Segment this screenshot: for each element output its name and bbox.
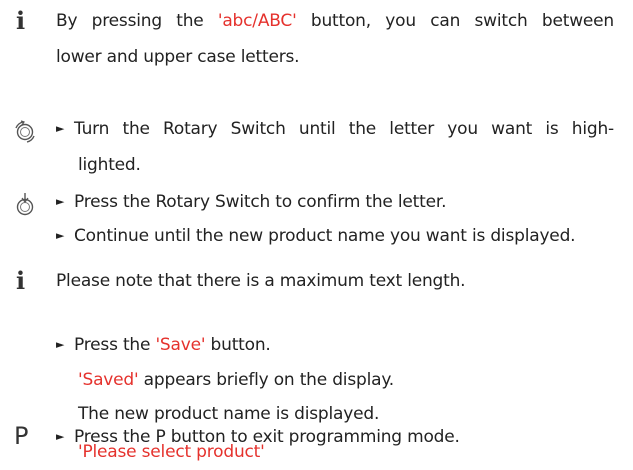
step-turn-line-2: lighted. xyxy=(78,155,141,175)
rotary-press-icon xyxy=(12,192,38,223)
bullet-arrow-icon: ► xyxy=(56,122,65,135)
result-saved-text: 'Saved' appears briefly on the display. xyxy=(78,370,394,390)
step-turn-line-1: ► Turn the Rotary Switch until the letter… xyxy=(56,111,614,147)
info-note-text: By pressing the 'abc/ABC' button, you ca… xyxy=(56,3,614,75)
step-press-text: ► Press the Rotary Switch to confirm the … xyxy=(56,184,447,220)
saved-display-message: 'Saved' xyxy=(78,370,139,390)
bullet-arrow-icon: ► xyxy=(56,195,65,208)
rotary-turn-icon xyxy=(12,119,38,150)
step-turn-text: ► Turn the Rotary Switch until the letter… xyxy=(56,111,614,183)
bullet-arrow-icon: ► xyxy=(56,338,65,351)
info-icon: i xyxy=(16,266,25,295)
step-continue-text: ► Continue until the new product name you… xyxy=(56,218,576,254)
info-note-line-1: By pressing the 'abc/ABC' button, you ca… xyxy=(56,11,614,31)
bullet-arrow-icon: ► xyxy=(56,430,65,443)
p-button-icon: P xyxy=(14,422,29,450)
bullet-arrow-icon: ► xyxy=(56,229,65,242)
step-save-text: ► Press the 'Save' button. xyxy=(56,327,271,363)
save-button-reference: 'Save' xyxy=(155,335,206,355)
abc-button-reference: 'abc/ABC' xyxy=(217,11,297,31)
info-icon: i xyxy=(16,6,25,35)
please-select-product-message: 'Please select product' xyxy=(78,442,265,462)
info-note-line-2: lower and upper case letters. xyxy=(56,47,300,67)
info-note-max-length-text: Please note that there is a maximum text… xyxy=(56,271,466,291)
